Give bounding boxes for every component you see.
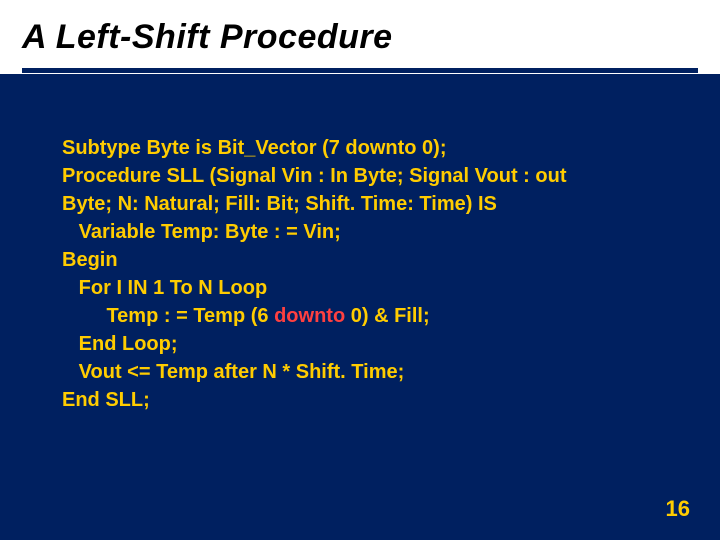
slide: A Left-Shift Procedure Subtype Byte is B… — [0, 0, 720, 540]
code-line: Procedure SLL (Signal Vin : In Byte; Sig… — [62, 162, 670, 190]
slide-title: A Left-Shift Procedure — [0, 0, 720, 69]
code-line: End Loop; — [62, 330, 670, 358]
page-number: 16 — [666, 496, 690, 522]
code-fragment: 0) & Fill; — [345, 305, 429, 327]
title-underline — [22, 68, 698, 73]
code-line: Variable Temp: Byte : = Vin; — [62, 218, 670, 246]
slide-body: Subtype Byte is Bit_Vector (7 downto 0);… — [0, 74, 720, 414]
code-line: For I IN 1 To N Loop — [62, 274, 670, 302]
code-fragment: Temp : = Temp (6 — [62, 305, 274, 327]
code-line: Temp : = Temp (6 downto 0) & Fill; — [62, 302, 670, 330]
code-keyword-downto: downto — [274, 305, 345, 327]
header: A Left-Shift Procedure — [0, 0, 720, 74]
code-line: Begin — [62, 246, 670, 274]
code-line: Subtype Byte is Bit_Vector (7 downto 0); — [62, 134, 670, 162]
code-line: Vout <= Temp after N * Shift. Time; — [62, 358, 670, 386]
code-line: Byte; N: Natural; Fill: Bit; Shift. Time… — [62, 190, 670, 218]
code-line: End SLL; — [62, 386, 670, 414]
